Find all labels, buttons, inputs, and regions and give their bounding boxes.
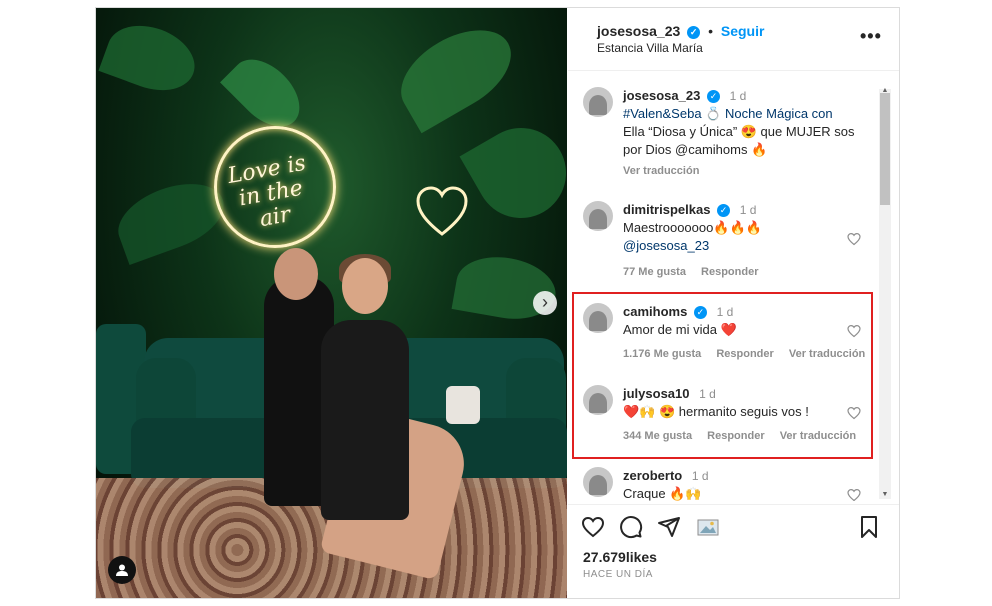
caption-translate-link[interactable]: Ver traducción [623, 165, 699, 177]
like-comment-heart-icon[interactable] [847, 232, 861, 246]
person-woman-head [342, 258, 388, 314]
comment-likes[interactable]: 344 Me gusta [623, 430, 692, 442]
reply-button[interactable]: Responder [707, 430, 764, 442]
comment-avatar[interactable] [583, 385, 613, 415]
comment-icon[interactable] [619, 515, 643, 539]
comment-time: 1 d [691, 469, 709, 483]
scrollbar-thumb[interactable] [880, 93, 890, 205]
ice-bucket [446, 386, 480, 424]
heart-icon[interactable] [581, 515, 605, 539]
verified-icon: ✓ [693, 306, 707, 320]
tagged-users-button[interactable] [108, 556, 136, 584]
like-count[interactable]: 27.679likes [583, 549, 657, 565]
comment-time: 1 d [699, 387, 716, 401]
scroll-down-arrow-icon[interactable]: ▼ [879, 491, 891, 501]
caption-line: por Dios @camihoms 🔥 [623, 142, 768, 157]
comment-likes[interactable]: 77 Me gusta [623, 266, 686, 278]
verified-icon: ✓ [706, 90, 720, 104]
verified-icon: ✓ [687, 25, 701, 39]
foliage [220, 47, 312, 139]
comment-username[interactable]: camihoms [623, 304, 687, 319]
caption-line: Ella “Diosa y Única” 😍 que MUJER sos [623, 124, 855, 139]
foliage [459, 111, 567, 235]
caption-avatar[interactable] [583, 87, 613, 117]
comment-meta: 344 Me gusta Responder Ver traducción [623, 430, 868, 442]
post-side-panel: josesosa_23 ✓ • Seguir Estancia Villa Ma… [568, 8, 899, 598]
scroll-up-arrow-icon[interactable]: ▲ [879, 87, 891, 97]
like-comment-heart-icon[interactable] [847, 324, 861, 338]
comments-section[interactable]: josesosa_23 ✓ 1 d #Valen&Seba 💍 Noche Má… [568, 71, 899, 501]
like-comment-heart-icon[interactable] [847, 406, 861, 420]
more-options-icon[interactable]: ••• [860, 26, 882, 47]
comment-mention[interactable]: @josesosa_23 [623, 237, 709, 255]
header-user-row: josesosa_23 ✓ • Seguir [597, 23, 764, 39]
comment-username[interactable]: zeroberto [623, 468, 682, 483]
comment-time: 1 d [739, 203, 757, 217]
location-link[interactable]: Estancia Villa María [597, 41, 703, 55]
follow-button[interactable]: Seguir [721, 23, 765, 39]
comment-likes[interactable]: 1.176 Me gusta [623, 348, 701, 360]
caption-line: #Valen&Seba 💍 Noche Mágica con [623, 106, 833, 121]
reply-button[interactable]: Responder [716, 348, 773, 360]
neon-heart [416, 186, 468, 236]
foliage [98, 14, 204, 102]
comment-avatar[interactable] [583, 467, 613, 497]
post-header: josesosa_23 ✓ • Seguir Estancia Villa Ma… [568, 8, 899, 71]
comment-avatar[interactable] [583, 303, 613, 333]
comment-header: zeroberto 1 d [623, 467, 709, 485]
comment-avatar[interactable] [583, 201, 613, 231]
comment-time: 1 d [716, 305, 734, 319]
foliage [386, 12, 526, 134]
gift-icon[interactable] [696, 515, 720, 539]
verified-icon: ✓ [717, 204, 731, 218]
header-username[interactable]: josesosa_23 [597, 23, 680, 39]
comment-meta: 1.176 Me gusta Responder Ver traducción [623, 348, 877, 360]
comment-text: Maestrooooooo🔥🔥🔥 [623, 220, 762, 235]
post-timestamp: HACE UN DÍA [583, 569, 653, 580]
comment-text: ❤️🙌 😍 hermanito seguis vos ! [623, 404, 809, 419]
person-woman [321, 320, 409, 520]
comment-meta: 77 Me gusta Responder [623, 266, 771, 278]
comment-header: camihoms ✓ 1 d [623, 303, 733, 321]
reply-button[interactable]: Responder [701, 266, 758, 278]
translate-link[interactable]: Ver traducción [789, 348, 865, 360]
user-icon [116, 564, 128, 576]
comment-header: julysosa10 1 d [623, 385, 716, 403]
action-bar [568, 504, 899, 545]
comment-username[interactable]: julysosa10 [623, 386, 690, 401]
like-comment-heart-icon[interactable] [847, 488, 861, 501]
comment-header: dimitrispelkas ✓ 1 d [623, 201, 756, 219]
comment-text: Craque 🔥🙌 [623, 486, 702, 501]
caption-header: josesosa_23 ✓ 1 d [623, 87, 746, 105]
bookmark-icon[interactable] [857, 515, 881, 539]
share-icon[interactable] [657, 515, 681, 539]
translate-link[interactable]: Ver traducción [780, 430, 856, 442]
caption-username[interactable]: josesosa_23 [623, 88, 700, 103]
comment-text: Amor de mi vida ❤️ [623, 322, 737, 337]
separator-dot: • [708, 23, 713, 39]
next-photo-button[interactable]: › [533, 291, 557, 315]
person-man-head [274, 248, 318, 300]
post-photo[interactable]: Love is in the air › [96, 8, 567, 598]
post-dialog: Love is in the air › josesosa_23 ✓ • Seg… [95, 7, 900, 599]
caption-time: 1 d [729, 89, 747, 103]
comment-username[interactable]: dimitrispelkas [623, 202, 710, 217]
